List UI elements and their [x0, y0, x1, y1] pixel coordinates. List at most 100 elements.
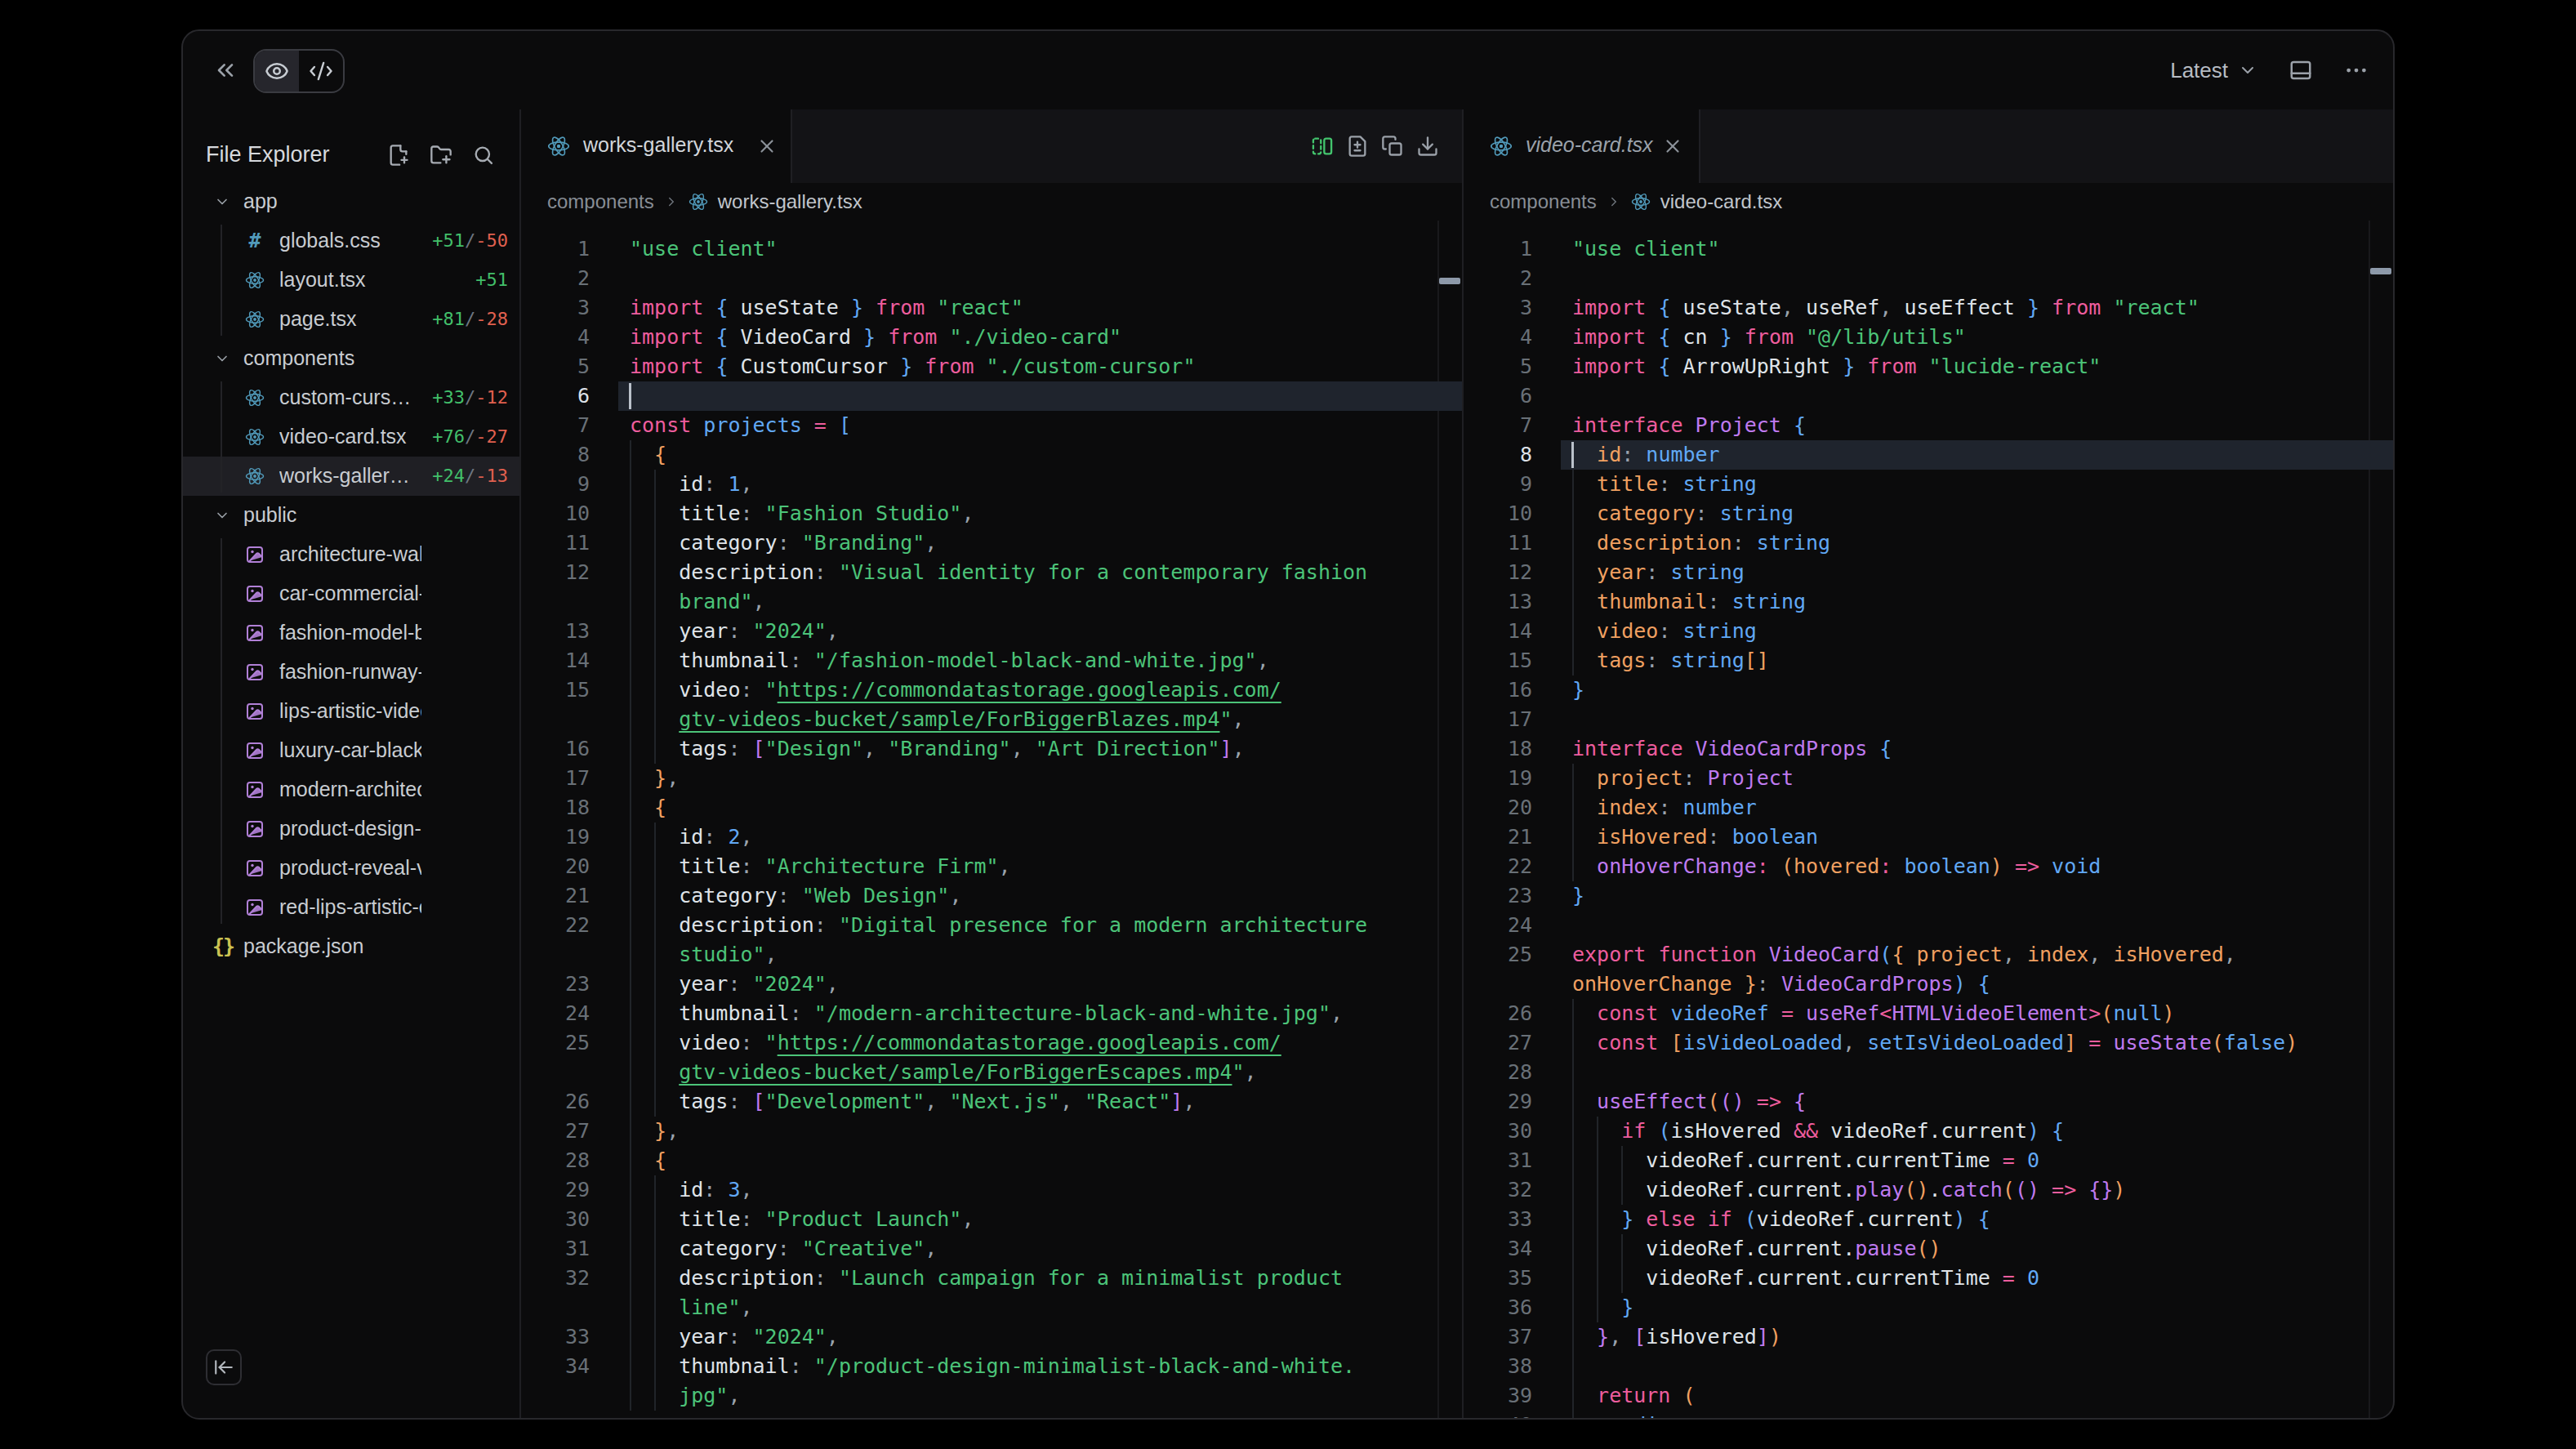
- image-file-icon: [245, 545, 265, 564]
- file-video-card.tsx[interactable]: video-card.tsx+76/-27: [183, 417, 519, 457]
- file-works-galler[interactable]: works-galler…+24/-13: [183, 457, 519, 496]
- line-number: 15: [521, 675, 590, 705]
- line-number: 36: [1464, 1293, 1532, 1322]
- image-file-icon: [245, 819, 265, 839]
- toolbar: Latest: [183, 31, 2393, 109]
- code-line: 11 category: "Branding",: [521, 528, 1462, 558]
- breadcrumb-file[interactable]: works-gallery.tsx: [718, 190, 862, 213]
- image-file-icon: [245, 584, 265, 604]
- line-number: 22: [1464, 852, 1532, 881]
- tree-indent-guide: [221, 225, 222, 336]
- tab-works-gallery[interactable]: works-gallery.tsx: [521, 109, 792, 183]
- diff-stats: +51: [475, 270, 508, 290]
- line-number: 33: [521, 1322, 590, 1352]
- file-lips-artistic-video.jpg[interactable]: lips-artistic-video.jpg: [183, 692, 519, 731]
- breadcrumb-file[interactable]: video-card.tsx: [1660, 190, 1782, 213]
- code-line: 30 title: "Product Launch",: [521, 1205, 1462, 1234]
- file-custom-curs[interactable]: custom-curs…+33/-12: [183, 378, 519, 417]
- code-line: 14 video: string: [1464, 617, 2393, 646]
- tab-video-card[interactable]: video-card.tsx: [1464, 109, 1700, 183]
- file-explorer-title: File Explorer: [206, 142, 330, 167]
- collapse-panel-button[interactable]: [212, 57, 238, 83]
- file-layout.tsx[interactable]: layout.tsx+51: [183, 261, 519, 300]
- line-number: 31: [521, 1234, 590, 1264]
- code-line: 1"use client": [1464, 234, 2393, 264]
- folder-components[interactable]: components: [183, 339, 519, 378]
- new-folder-button[interactable]: [430, 144, 452, 167]
- file-name: product-design-minim…: [279, 817, 421, 840]
- file-fashion-model-black[interactable]: fashion-model-black-…: [183, 613, 519, 653]
- file-name: public: [243, 503, 421, 527]
- line-number: 15: [1464, 646, 1532, 675]
- code-editor-works-gallery[interactable]: 1"use client"23import { useState } from …: [521, 221, 1462, 1418]
- file-architecture-walkthro[interactable]: architecture-walkthro…: [183, 535, 519, 574]
- breadcrumb-folder[interactable]: components: [1490, 190, 1597, 213]
- close-tab-icon[interactable]: [756, 136, 778, 157]
- react-file-icon: [245, 310, 265, 329]
- chevron-down-icon: [214, 350, 230, 367]
- code-line: 39 return (: [1464, 1381, 2393, 1411]
- code-editor-video-card[interactable]: 1"use client"23import { useState, useRef…: [1464, 221, 2393, 1418]
- line-number: 6: [521, 381, 590, 411]
- line-number: 7: [1464, 411, 1532, 440]
- editor-pane-right: video-card.tsx components video-card.tsx…: [1462, 109, 2393, 1418]
- new-file-button[interactable]: [387, 144, 410, 167]
- file-luxury-car-black-and[interactable]: luxury-car-black-and-…: [183, 731, 519, 770]
- file-globals.css[interactable]: #globals.css+51/-50: [183, 221, 519, 261]
- version-dropdown[interactable]: Latest: [2170, 58, 2257, 83]
- line-number: 1: [521, 234, 590, 264]
- current-line-highlight: [618, 381, 1462, 411]
- file-diff-button[interactable]: [1346, 135, 1369, 158]
- preview-toggle-button[interactable]: [255, 51, 299, 91]
- indent-guide: [1572, 1352, 1574, 1381]
- line-number: 19: [1464, 764, 1532, 793]
- download-button[interactable]: [1416, 135, 1439, 158]
- file-product-design-minim[interactable]: product-design-minim…: [183, 809, 519, 849]
- file-name: fashion-model-black-…: [279, 621, 421, 644]
- breadcrumb-folder[interactable]: components: [547, 190, 654, 213]
- line-number: 12: [521, 558, 590, 587]
- line-number: 29: [1464, 1087, 1532, 1117]
- line-number: 35: [1464, 1264, 1532, 1293]
- line-number: 1: [1464, 234, 1532, 264]
- line-number: 18: [521, 793, 590, 823]
- file-name: custom-curs…: [279, 386, 421, 409]
- file-car-commercial-video[interactable]: car-commercial-video…: [183, 574, 519, 613]
- folder-app[interactable]: app: [183, 182, 519, 221]
- code-line: 17 },: [521, 764, 1462, 793]
- file-page.tsx[interactable]: page.tsx+81/-28: [183, 300, 519, 339]
- image-file-icon: [245, 623, 265, 643]
- line-number: 10: [521, 499, 590, 528]
- file-name: video-card.tsx: [279, 425, 421, 448]
- code-line: 12 year: string: [1464, 558, 2393, 587]
- line-number: 13: [1464, 587, 1532, 617]
- collapse-sidebar-button[interactable]: [206, 1349, 242, 1385]
- code-line: 23 year: "2024",: [521, 970, 1462, 999]
- file-modern-architecture[interactable]: modern-architecture-…: [183, 770, 519, 809]
- code-toggle-button[interactable]: [299, 51, 343, 91]
- search-files-button[interactable]: [472, 144, 495, 167]
- file-package.json[interactable]: {}package.json: [183, 927, 519, 966]
- file-product-reveal-video.j[interactable]: product-reveal-video.j…: [183, 849, 519, 888]
- split-button[interactable]: [1311, 135, 1334, 158]
- file-name: app: [243, 189, 421, 213]
- line-number: 28: [1464, 1058, 1532, 1087]
- copy-button[interactable]: [1381, 135, 1404, 158]
- more-options-button[interactable]: [2344, 58, 2369, 82]
- code-line: line",: [521, 1293, 1462, 1322]
- file-tree: app #globals.css+51/-50layout.tsx+51page.…: [183, 182, 519, 1418]
- chevron-down-icon: [214, 194, 230, 210]
- code-line: 21 category: "Web Design",: [521, 881, 1462, 911]
- folder-public[interactable]: public: [183, 496, 519, 535]
- code-line: 22 description: "Digital presence for a …: [521, 911, 1462, 940]
- panel-toggle-button[interactable]: [2289, 58, 2313, 82]
- code-line: 18interface VideoCardProps {: [1464, 734, 2393, 764]
- close-tab-icon[interactable]: [1662, 136, 1683, 157]
- line-number: 34: [1464, 1234, 1532, 1264]
- file-red-lips-artistic-close[interactable]: red-lips-artistic-close-…: [183, 888, 519, 927]
- file-fashion-runway-scen[interactable]: fashion-runway-scen…: [183, 653, 519, 692]
- code-line: 19 project: Project: [1464, 764, 2393, 793]
- line-number: 27: [521, 1117, 590, 1146]
- tab-bar-right: video-card.tsx: [1464, 109, 2393, 183]
- code-line: 8 id: number: [1464, 440, 2393, 470]
